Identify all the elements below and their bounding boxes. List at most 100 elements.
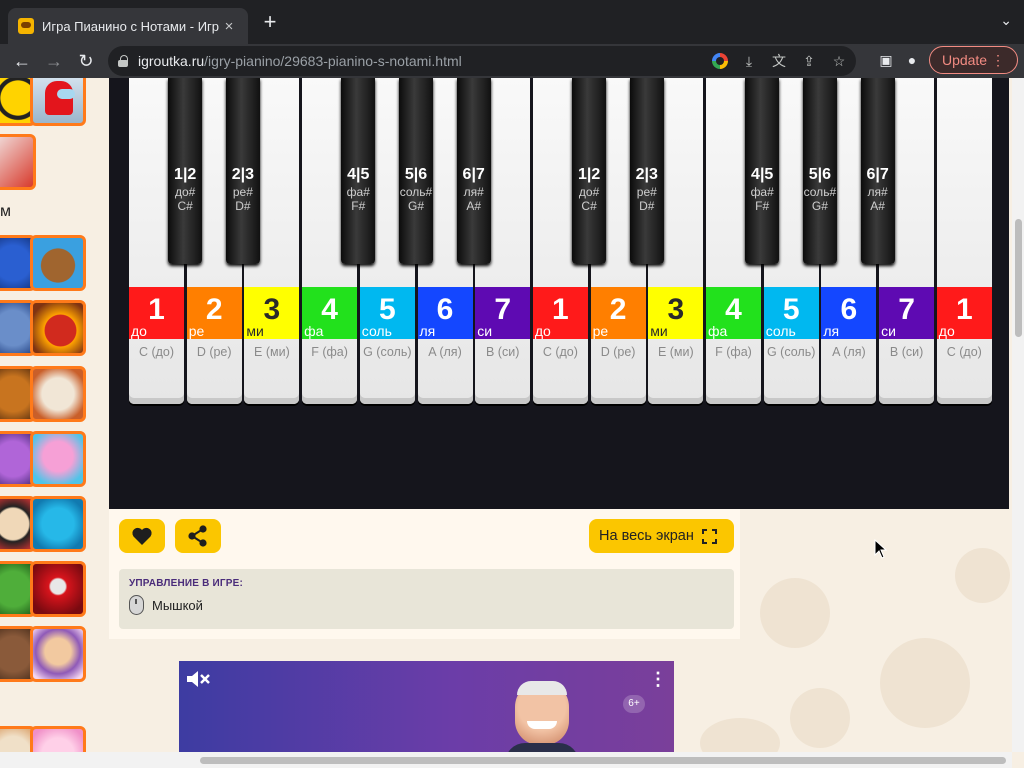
note-solfege: си	[477, 323, 493, 339]
black-piano-key[interactable]: 6|7 ля# A#	[860, 78, 895, 264]
piano-keyboard[interactable]: 1 до C (до) 2 ре D (ре) 3 ми E (ми) 4 фа F (фа) 5 сол…	[129, 78, 993, 408]
game-thumbnail[interactable]	[30, 366, 86, 422]
vertical-scrollbar[interactable]	[1012, 78, 1024, 752]
note-color-label: 5 соль	[359, 287, 415, 339]
note-solfege: фа	[708, 323, 728, 339]
black-piano-key[interactable]: 4|5 фа# F#	[341, 78, 376, 264]
black-piano-key[interactable]: 2|3 ре# D#	[225, 78, 260, 264]
note-number: 7	[898, 293, 915, 326]
note-solfege: соль	[361, 323, 392, 339]
black-key-solf: фа#	[750, 185, 774, 199]
black-piano-key[interactable]: 6|7 ля# A#	[456, 78, 491, 264]
game-thumbnail[interactable]	[30, 431, 86, 487]
horizontal-scrollbar[interactable]	[0, 752, 1012, 768]
black-piano-key[interactable]: 1|2 до# C#	[572, 78, 607, 264]
game-thumbnail[interactable]	[30, 626, 86, 682]
note-name: F (фа)	[715, 345, 752, 359]
black-key-solf: до#	[175, 185, 196, 199]
note-name: E (ми)	[254, 345, 290, 359]
tab-search-icon[interactable]: ⌄	[1000, 12, 1012, 29]
browser-tab[interactable]: Игра Пианино с Нотами - Игр ×	[8, 8, 248, 44]
horizontal-scroll-thumb[interactable]	[200, 757, 1006, 764]
note-solfege: фа	[304, 323, 324, 339]
reload-button[interactable]: ↻	[70, 47, 102, 75]
note-number: 7	[494, 293, 512, 326]
vertical-scroll-thumb[interactable]	[1015, 219, 1022, 337]
black-key-num: 4|5	[347, 166, 370, 183]
note-color-label: 2 ре	[186, 287, 242, 339]
like-button[interactable]	[119, 519, 165, 553]
note-solfege: ми	[650, 323, 668, 339]
black-piano-key[interactable]: 5|6 соль# G#	[802, 78, 837, 264]
game-controls-info: УПРАВЛЕНИЕ В ИГРЕ: Мышкой	[119, 569, 734, 629]
black-piano-key[interactable]: 1|2 до# C#	[168, 78, 203, 264]
note-name: D (ре)	[196, 345, 232, 359]
note-name: C (до)	[946, 345, 982, 359]
forward-button[interactable]: →	[38, 47, 70, 75]
black-piano-key[interactable]: 2|3 ре# D#	[629, 78, 664, 264]
black-key-note: G#	[811, 199, 828, 213]
bookmark-star-icon[interactable]: ☆	[830, 52, 848, 70]
note-color-label: 4 фа	[706, 287, 761, 339]
white-piano-key[interactable]: 1 до C (до)	[936, 78, 992, 404]
heart-icon	[132, 527, 152, 545]
ad-menu-icon[interactable]: ⋮	[649, 669, 667, 689]
note-color-label: 7 си	[879, 287, 935, 339]
note-number: 6	[840, 293, 858, 326]
share-page-icon[interactable]: ⇪	[800, 52, 818, 70]
controls-method: Мышкой	[152, 598, 203, 613]
back-button[interactable]: ←	[6, 47, 38, 75]
share-button[interactable]	[175, 519, 221, 553]
omnibox-actions: ⤓ 文 ⇪ ☆	[712, 52, 848, 70]
background-dot	[880, 638, 970, 728]
black-piano-key[interactable]: 5|6 соль# G#	[399, 78, 433, 264]
note-number: 1	[552, 293, 569, 326]
background-dot	[760, 578, 830, 648]
among-us-visor-icon	[57, 89, 75, 99]
game-frame[interactable]: 1 до C (до) 2 ре D (ре) 3 ми E (ми) 4 фа F (фа) 5 сол…	[109, 78, 1009, 509]
fullscreen-button[interactable]: На весь экран	[589, 519, 734, 553]
profile-icon[interactable]: ●	[903, 51, 921, 69]
side-panel-icon[interactable]: ▣	[877, 51, 895, 69]
black-key-solf: ля#	[867, 185, 888, 199]
google-lens-icon[interactable]	[712, 53, 728, 69]
black-key-note: C#	[581, 199, 597, 213]
games-sidebar: м	[0, 78, 100, 768]
toolbar-right: ▣ ● Update ⋮	[877, 46, 1018, 74]
new-tab-button[interactable]: +	[258, 10, 282, 34]
game-thumbnail[interactable]	[30, 561, 86, 617]
close-tab-icon[interactable]: ×	[220, 18, 238, 35]
black-key-num: 4|5	[751, 166, 774, 183]
muted-speaker-icon[interactable]	[185, 669, 211, 689]
install-app-icon[interactable]: ⤓	[740, 52, 758, 70]
url-text[interactable]: igroutka.ru/igry-pianino/29683-pianino-s…	[138, 53, 462, 69]
game-thumbnail[interactable]	[30, 496, 86, 552]
translate-icon[interactable]: 文	[770, 52, 788, 70]
black-key-solf: ре#	[232, 185, 253, 199]
black-key-label: 2|3 ре# D#	[226, 165, 260, 214]
black-key-note: F#	[755, 199, 770, 213]
black-piano-key[interactable]: 4|5 фа# F#	[745, 78, 780, 264]
note-solfege: до	[534, 323, 551, 339]
note-solfege: ре	[592, 323, 609, 339]
black-key-num: 5|6	[404, 166, 428, 183]
note-color-label: 6 ля	[821, 287, 877, 339]
black-key-solf: ре#	[636, 185, 657, 199]
black-key-num: 6|7	[866, 166, 889, 183]
game-thumbnail[interactable]	[30, 300, 86, 356]
black-key-label: 4|5 фа# F#	[341, 165, 375, 214]
update-button[interactable]: Update ⋮	[928, 46, 1018, 74]
game-thumbnail[interactable]	[30, 235, 86, 291]
note-name: A (ля)	[428, 345, 462, 359]
address-bar[interactable]: igroutka.ru/igry-pianino/29683-pianino-s…	[108, 46, 856, 76]
black-key-label: 1|2 до# C#	[572, 165, 606, 214]
black-key-label: 5|6 соль# G#	[399, 165, 433, 214]
black-key-num: 1|2	[174, 166, 197, 183]
black-key-note: G#	[407, 199, 424, 213]
lock-icon[interactable]	[118, 55, 128, 67]
game-thumbnail[interactable]	[30, 78, 86, 126]
background-dot	[955, 548, 1010, 603]
note-number: 2	[609, 293, 627, 326]
game-thumbnail[interactable]	[0, 134, 36, 190]
chrome-menu-icon[interactable]: ⋮	[991, 52, 1005, 68]
